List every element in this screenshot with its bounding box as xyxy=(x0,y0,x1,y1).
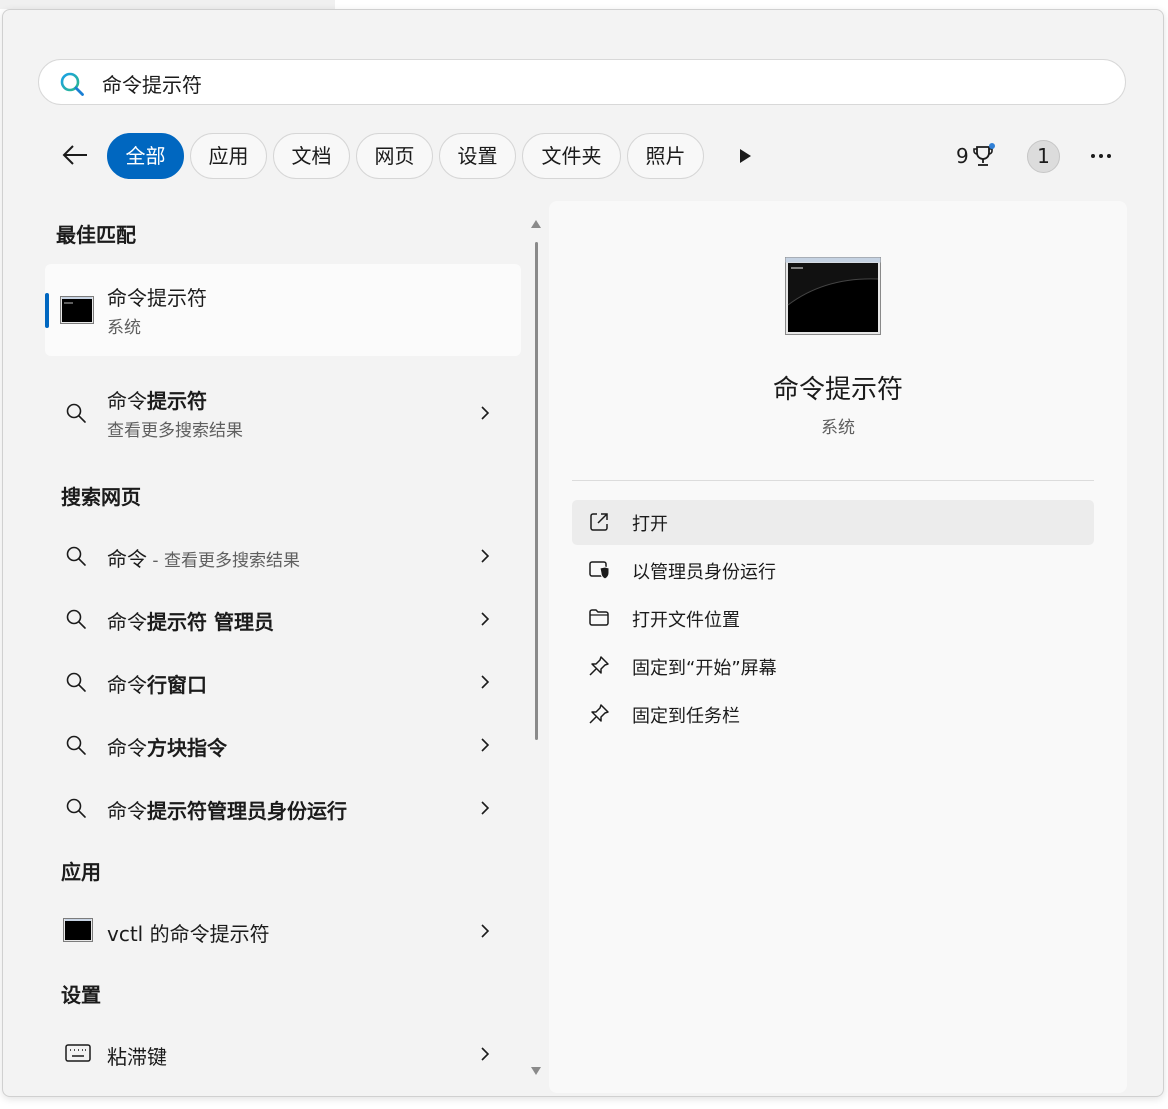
search-icon xyxy=(66,403,86,423)
chevron-right-icon xyxy=(481,1047,490,1061)
filter-all[interactable]: 全部 xyxy=(107,133,184,179)
search-icon xyxy=(66,672,86,692)
chevron-right-icon xyxy=(481,675,490,689)
selection-indicator xyxy=(45,293,49,328)
more-options-icon[interactable] xyxy=(1086,143,1116,169)
back-arrow-icon[interactable] xyxy=(60,140,90,170)
settings-result-item[interactable]: 粘滞键 xyxy=(45,1032,521,1076)
filter-web[interactable]: 网页 xyxy=(356,133,433,179)
pin-to-start-label: 固定到“开始”屏幕 xyxy=(632,658,777,679)
open-external-icon xyxy=(590,513,608,531)
app-result-label: vctl 的命令提示符 xyxy=(107,922,270,946)
open-action[interactable]: 打开 xyxy=(572,500,1094,545)
best-match-heading: 最佳匹配 xyxy=(56,223,136,247)
detail-panel: 命令提示符 系统 打开 以管理员身份运行 打开文件位置 固定到“开始”屏幕 固定… xyxy=(549,201,1127,1093)
chevron-right-icon xyxy=(481,801,490,815)
command-prompt-icon xyxy=(63,918,93,942)
chevron-right-icon xyxy=(481,738,490,752)
filter-settings[interactable]: 设置 xyxy=(439,133,516,179)
web-result-item[interactable]: 命令方块指令 xyxy=(45,723,521,767)
filter-photos[interactable]: 照片 xyxy=(627,133,704,179)
rewards-points[interactable]: 9 xyxy=(956,141,996,171)
pin-icon xyxy=(589,704,609,724)
open-file-location-action[interactable]: 打开文件位置 xyxy=(572,596,1094,641)
apps-heading: 应用 xyxy=(61,860,101,884)
run-as-admin-label: 以管理员身份运行 xyxy=(632,562,776,583)
best-match-title: 命令提示符 xyxy=(107,286,207,310)
filter-apps[interactable]: 应用 xyxy=(190,133,267,179)
shield-admin-icon xyxy=(589,561,610,580)
pin-to-taskbar-label: 固定到任务栏 xyxy=(632,706,740,727)
web-result-label: 命令方块指令 xyxy=(107,736,227,760)
web-result-item[interactable]: 命令提示符 管理员 xyxy=(45,597,521,641)
chevron-right-icon xyxy=(481,924,490,938)
scrollbar-thumb[interactable] xyxy=(535,242,538,740)
web-result-label: 命令 - 查看更多搜索结果 xyxy=(107,547,300,571)
scroll-up-arrow-icon[interactable] xyxy=(529,218,543,230)
more-results-item[interactable]: 命令提示符 查看更多搜索结果 xyxy=(45,380,521,444)
filter-documents[interactable]: 文档 xyxy=(273,133,350,179)
more-results-subtitle: 查看更多搜索结果 xyxy=(107,421,243,441)
pin-to-start-action[interactable]: 固定到“开始”屏幕 xyxy=(572,644,1094,689)
trophy-icon xyxy=(972,143,995,166)
command-prompt-icon xyxy=(60,296,94,324)
chevron-right-icon xyxy=(481,612,490,626)
search-icon xyxy=(66,735,86,755)
search-box[interactable] xyxy=(38,59,1126,105)
search-icon xyxy=(60,72,84,96)
detail-title: 命令提示符 xyxy=(772,375,903,405)
pin-to-taskbar-action[interactable]: 固定到任务栏 xyxy=(572,692,1094,737)
search-input[interactable] xyxy=(102,69,1002,97)
open-action-label: 打开 xyxy=(632,514,668,535)
search-icon xyxy=(66,546,86,566)
search-icon xyxy=(66,609,86,629)
rewards-count: 9 xyxy=(956,144,969,168)
web-heading: 搜索网页 xyxy=(61,485,141,509)
web-result-label: 命令提示符 管理员 xyxy=(107,610,274,634)
detail-divider xyxy=(572,480,1094,481)
more-filters-play-icon[interactable] xyxy=(733,144,757,168)
best-match-item[interactable]: 命令提示符 系统 xyxy=(45,264,521,356)
pin-icon xyxy=(589,656,609,676)
app-result-item[interactable]: vctl 的命令提示符 xyxy=(45,909,521,953)
settings-heading: 设置 xyxy=(61,983,101,1007)
web-result-item[interactable]: 命令 - 查看更多搜索结果 xyxy=(45,534,521,578)
filter-folders[interactable]: 文件夹 xyxy=(522,133,621,179)
chevron-right-icon xyxy=(481,406,490,420)
background-window-strip xyxy=(0,0,335,9)
web-result-item[interactable]: 命令提示符管理员身份运行 xyxy=(45,786,521,830)
run-as-admin-action[interactable]: 以管理员身份运行 xyxy=(572,548,1094,593)
web-result-item[interactable]: 命令行窗口 xyxy=(45,660,521,704)
best-match-subtitle: 系统 xyxy=(107,318,141,338)
settings-result-label: 粘滞键 xyxy=(107,1045,167,1069)
keyboard-icon xyxy=(65,1044,91,1062)
open-file-location-label: 打开文件位置 xyxy=(632,610,740,631)
account-badge[interactable]: 1 xyxy=(1027,140,1060,173)
web-result-label: 命令提示符管理员身份运行 xyxy=(107,799,347,823)
search-icon xyxy=(66,798,86,818)
more-results-title: 命令提示符 xyxy=(107,389,207,413)
command-prompt-large-icon xyxy=(785,257,881,335)
scroll-down-arrow-icon[interactable] xyxy=(529,1065,543,1077)
folder-icon xyxy=(589,609,609,626)
chevron-right-icon xyxy=(481,549,490,563)
web-result-label: 命令行窗口 xyxy=(107,673,207,697)
detail-subtitle: 系统 xyxy=(821,418,855,438)
